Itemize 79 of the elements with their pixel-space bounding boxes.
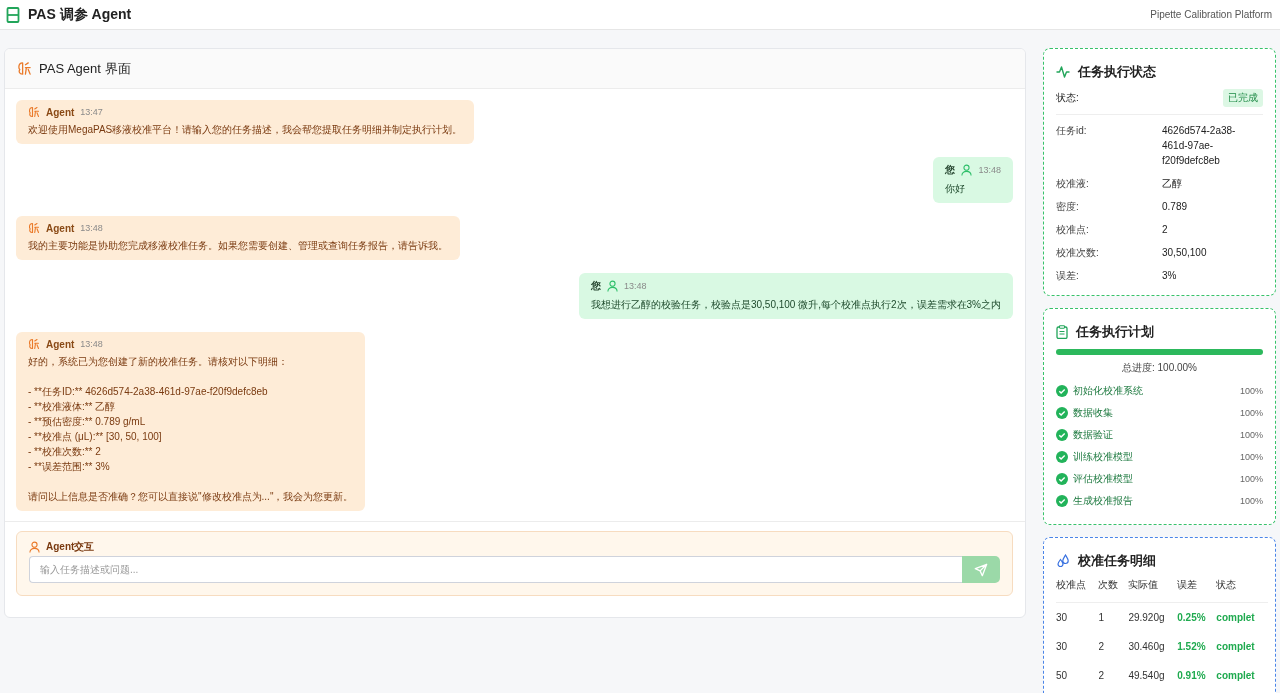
step-percent: 100% — [1239, 430, 1263, 440]
field-label: 误差: — [1056, 269, 1080, 283]
field-label: 校准次数: — [1056, 246, 1100, 260]
message-text: 欢迎使用MegaPAS移液校准平台！请输入您的任务描述，我会帮您提取任务明细并制定执行计划。 — [28, 123, 463, 137]
field-value: 4626d574-2a38-461d-97ae-f20f9defc8eb — [1162, 124, 1237, 168]
message-text: 我想进行乙醇的校验任务，校验点是30,50,100 微升,每个校准点执行2次，误差需求在3%之内 — [590, 298, 1001, 312]
panel-title: 任务执行计划 — [1076, 323, 1154, 341]
field-label: 校准液: — [1056, 177, 1090, 191]
app-title: PAS 调参 Agent — [28, 5, 132, 24]
step-percent: 100% — [1239, 496, 1263, 506]
table-cell: 30.460g — [1128, 632, 1178, 661]
step-name: 数据收集 — [1073, 406, 1114, 420]
table-cell: 1.52% — [1177, 632, 1217, 661]
field-value: 30,50,100 — [1162, 246, 1208, 260]
message-time: 13:48 — [623, 281, 647, 291]
panel-title: 校准任务明细 — [1078, 552, 1156, 570]
message-text: 好的，系统已为您创建了新的校准任务。请核对以下明细： - **任务ID:** 4626d574-2a38-461d-97ae-f20f9defc8eb - **校准液体:** 乙醇 - **预估密度:** 0.789 g/mL - **校准点 (μL):** [30, 50, 100] - **校准次数:** 2 - **误差范围:** 3% 请问以上信息是否准确？您可以直接说"修改校准点为..."，我会为您更新。 — [28, 355, 354, 504]
step-percent: 100% — [1239, 474, 1263, 484]
sender-name: Agent — [46, 338, 75, 350]
field-value: 0.789 — [1162, 200, 1189, 214]
status-label: 状态: — [1056, 91, 1079, 105]
message-time: 13:47 — [80, 107, 103, 117]
sender-name: 您 — [590, 279, 601, 293]
step-percent: 100% — [1239, 452, 1263, 462]
table-cell-text: complet — [1216, 640, 1256, 654]
table-cell: 29.920g — [1128, 602, 1178, 632]
message-text: 我的主要功能是协助您完成移液校准任务。如果您需要创建、管理或查询任务报告，请告诉我。 — [28, 239, 448, 253]
field-label: 任务id: — [1056, 124, 1088, 138]
clipboard-icon — [1056, 325, 1068, 339]
field-value: 乙醇 — [1162, 177, 1183, 191]
table-cell: 0.25% — [1177, 602, 1217, 632]
message-time: 13:48 — [80, 339, 103, 349]
step-percent: 100% — [1239, 386, 1263, 396]
droplets-icon — [1056, 554, 1070, 568]
app-subtitle: Pipette Calibration Platform — [1150, 9, 1273, 20]
step-name: 初始化校准系统 — [1073, 384, 1144, 398]
message-time: 13:48 — [80, 223, 103, 233]
column-header: 次数 — [1098, 578, 1129, 603]
table-cell-text: 50 — [1056, 669, 1069, 683]
sender-name: Agent — [46, 222, 75, 234]
status-badge: 已完成 — [1223, 89, 1263, 107]
logo-icon — [6, 6, 20, 23]
input-label: Agent交互 — [46, 540, 95, 554]
table-cell: 30 — [1056, 602, 1099, 632]
field-label: 密度: — [1056, 200, 1080, 214]
user-icon — [29, 541, 40, 553]
step-name: 数据验证 — [1073, 428, 1114, 442]
message-text: 你好 — [945, 182, 967, 196]
step-percent: 100% — [1239, 408, 1263, 418]
column-header: 误差 — [1177, 578, 1217, 603]
table-cell: 1 — [1098, 602, 1129, 632]
table-cell: 49.540g — [1128, 661, 1178, 690]
column-header: 校准点 — [1056, 578, 1099, 603]
table-cell-text: 30 — [1056, 640, 1069, 654]
sender-name: Agent — [46, 106, 75, 118]
field-label: 校准点: — [1056, 223, 1090, 237]
field-value: 3% — [1162, 269, 1178, 283]
table-cell: 2 — [1098, 661, 1129, 690]
user-icon — [961, 164, 973, 176]
table-cell-text: complet — [1216, 669, 1256, 683]
chat-title: PAS Agent 界面 — [39, 59, 131, 78]
step-name: 评估校准模型 — [1073, 472, 1134, 486]
table-cell: 0.91% — [1177, 661, 1217, 690]
message-time: 13:48 — [978, 165, 1001, 175]
activity-icon — [1056, 66, 1070, 78]
panel-title: 任务执行状态 — [1078, 63, 1156, 81]
column-header: 实际值 — [1128, 578, 1178, 603]
user-icon — [606, 280, 618, 292]
step-name: 生成校准报告 — [1073, 494, 1134, 508]
step-name: 训练校准模型 — [1073, 450, 1134, 464]
send-button[interactable] — [962, 556, 1000, 583]
field-value: 2 — [1162, 223, 1169, 237]
table-cell: 2 — [1098, 632, 1129, 661]
table-cell: complet — [1216, 602, 1268, 632]
send-icon — [974, 562, 988, 577]
message-input-field[interactable]: 输入任务描述或问题... — [29, 556, 962, 583]
column-header: 状态 — [1216, 578, 1268, 603]
sender-name: 您 — [945, 163, 956, 177]
progress-text: 总进度: 100.00% — [1120, 361, 1198, 375]
